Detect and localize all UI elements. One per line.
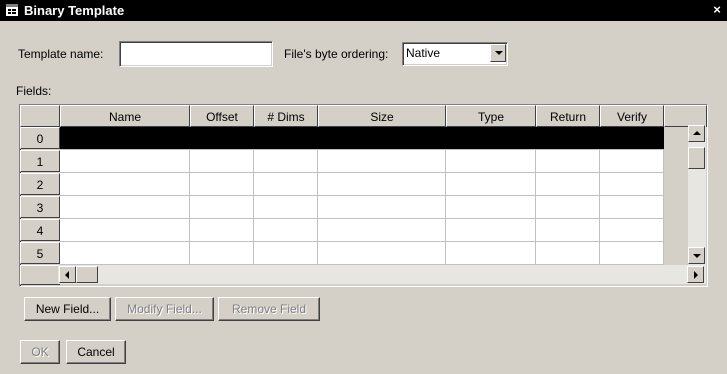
cell-dims[interactable]: [254, 173, 318, 195]
cancel-button[interactable]: Cancel: [66, 340, 126, 364]
column-header-verify[interactable]: Verify: [600, 105, 664, 127]
cell-return[interactable]: [536, 219, 600, 241]
cell-size[interactable]: [318, 196, 446, 218]
cell-return[interactable]: [536, 127, 600, 149]
table-row[interactable]: [60, 196, 664, 219]
column-header-name[interactable]: Name: [60, 105, 190, 127]
arrow-right-icon: [694, 271, 698, 279]
cell-name[interactable]: [60, 242, 190, 264]
cell-name[interactable]: [60, 150, 190, 172]
ok-button[interactable]: OK: [20, 340, 60, 364]
cell-offset[interactable]: [190, 242, 254, 264]
cell-return[interactable]: [536, 173, 600, 195]
table-row[interactable]: [60, 219, 664, 242]
cell-name[interactable]: [60, 219, 190, 241]
chevron-down-icon: [495, 51, 503, 55]
row-header-corner: [20, 265, 60, 285]
horizontal-scrollbar[interactable]: [58, 265, 706, 284]
new-field-button[interactable]: New Field...: [24, 297, 111, 321]
table-row[interactable]: [60, 173, 664, 196]
cell-offset[interactable]: [190, 196, 254, 218]
app-icon: [6, 4, 18, 16]
cell-verify[interactable]: [600, 127, 664, 149]
cell-size[interactable]: [318, 173, 446, 195]
row-header[interactable]: 3: [20, 196, 60, 218]
cell-size[interactable]: [318, 219, 446, 241]
cell-type[interactable]: [446, 150, 536, 172]
scroll-down-button[interactable]: [688, 247, 705, 264]
cell-offset[interactable]: [190, 150, 254, 172]
cell-verify[interactable]: [600, 219, 664, 241]
title-bar: Binary Template ×: [0, 0, 727, 21]
cell-type[interactable]: [446, 196, 536, 218]
column-header-dims[interactable]: # Dims: [254, 105, 318, 127]
template-name-input[interactable]: [119, 41, 273, 67]
arrow-down-icon: [693, 254, 701, 258]
row-header[interactable]: 1: [20, 150, 60, 172]
remove-field-button[interactable]: Remove Field: [218, 297, 320, 321]
byte-order-value: Native: [406, 46, 441, 60]
cell-name[interactable]: [60, 196, 190, 218]
cell-return[interactable]: [536, 150, 600, 172]
template-name-label: Template name:: [18, 47, 104, 61]
scroll-up-button[interactable]: [688, 125, 705, 142]
cell-name[interactable]: [60, 127, 190, 149]
row-header[interactable]: 0: [20, 127, 60, 149]
cell-offset[interactable]: [190, 219, 254, 241]
row-header[interactable]: 2: [20, 173, 60, 195]
window-title: Binary Template: [24, 3, 125, 18]
table-row[interactable]: [60, 242, 664, 265]
horizontal-scroll-thumb[interactable]: [76, 266, 98, 283]
cell-dims[interactable]: [254, 196, 318, 218]
cell-dims[interactable]: [254, 219, 318, 241]
cell-verify[interactable]: [600, 196, 664, 218]
cell-verify[interactable]: [600, 150, 664, 172]
cell-dims[interactable]: [254, 150, 318, 172]
cell-dims[interactable]: [254, 127, 318, 149]
cell-size[interactable]: [318, 127, 446, 149]
dropdown-arrow-button[interactable]: [490, 44, 506, 62]
row-header[interactable]: 5: [20, 242, 60, 264]
fields-grid: Name Offset # Dims Size Type Return Veri…: [19, 104, 708, 287]
column-header-offset[interactable]: Offset: [190, 105, 254, 127]
cell-return[interactable]: [536, 242, 600, 264]
byte-order-select[interactable]: Native: [402, 42, 508, 66]
scroll-left-button[interactable]: [59, 266, 76, 283]
cell-offset[interactable]: [190, 173, 254, 195]
vertical-scroll-thumb[interactable]: [688, 147, 705, 169]
grid-cells: [60, 127, 664, 266]
cell-type[interactable]: [446, 242, 536, 264]
arrow-up-icon: [693, 131, 701, 135]
scroll-right-button[interactable]: [687, 266, 704, 283]
column-header-filler: [664, 105, 707, 127]
cell-type[interactable]: [446, 219, 536, 241]
cell-name[interactable]: [60, 173, 190, 195]
cell-verify[interactable]: [600, 242, 664, 264]
cell-type[interactable]: [446, 127, 536, 149]
cell-size[interactable]: [318, 150, 446, 172]
close-icon[interactable]: ×: [709, 2, 725, 18]
fields-label: Fields:: [16, 84, 52, 98]
column-header-type[interactable]: Type: [446, 105, 536, 127]
column-header-return[interactable]: Return: [536, 105, 600, 127]
cell-dims[interactable]: [254, 242, 318, 264]
cell-size[interactable]: [318, 242, 446, 264]
table-row[interactable]: [60, 127, 664, 150]
cell-offset[interactable]: [190, 127, 254, 149]
cell-type[interactable]: [446, 173, 536, 195]
cell-verify[interactable]: [600, 173, 664, 195]
modify-field-button[interactable]: Modify Field...: [115, 297, 214, 321]
row-header[interactable]: 4: [20, 219, 60, 241]
vertical-scrollbar[interactable]: [688, 125, 706, 265]
column-header-size[interactable]: Size: [318, 105, 446, 127]
grid-corner: [20, 105, 60, 127]
table-row[interactable]: [60, 150, 664, 173]
arrow-left-icon: [65, 271, 69, 279]
cell-return[interactable]: [536, 196, 600, 218]
byte-order-label: File's byte ordering:: [284, 47, 389, 61]
